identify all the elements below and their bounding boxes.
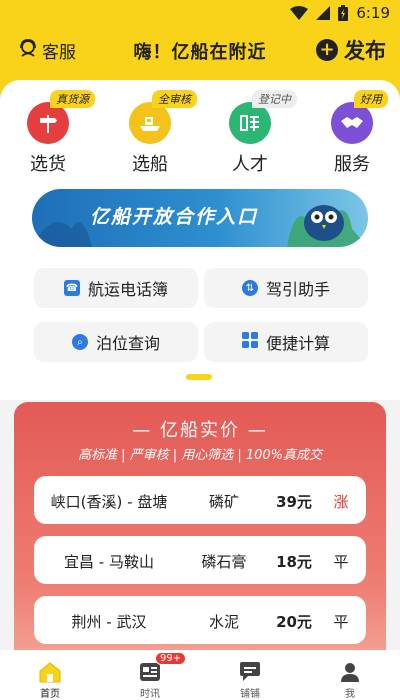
nav-label: 我 — [345, 689, 355, 700]
notification-badge: 99+ — [155, 652, 187, 665]
banner-text: 亿船开放合作入口 — [90, 206, 259, 228]
tool-label: 便捷计算 — [265, 334, 330, 353]
quick-nav-label: 服务 — [334, 154, 370, 175]
price-cargo: 磷矿 — [208, 493, 239, 511]
page-indicator — [186, 374, 212, 380]
tool-label: 驾引助手 — [265, 280, 330, 299]
price-trend: 涨 — [333, 493, 349, 511]
quick-nav-badge: 好用 — [354, 90, 388, 108]
price-value: 39元 — [276, 493, 312, 511]
quick-nav-badge: 真货源 — [50, 90, 95, 108]
price-section-subtitle: 高标准 | 严审核 | 用心筛选 | 100%真成交 — [77, 448, 323, 463]
status-bar: 6:19 — [0, 0, 400, 26]
pilot-icon: ⇅ — [241, 280, 258, 296]
cooperation-banner[interactable]: 亿船开放合作入口 — [32, 189, 368, 247]
quick-nav-label: 人才 — [232, 154, 268, 175]
price-cargo: 磷石膏 — [201, 553, 247, 571]
price-row[interactable]: 荆州 - 武汉 水泥 20元 平 — [34, 596, 366, 644]
price-trend: 平 — [333, 553, 349, 571]
plus-icon: + — [316, 39, 338, 61]
bottom-nav: 首页 99+ 时讯 铺铺 我 — [0, 650, 400, 700]
nav-label: 铺铺 — [240, 689, 260, 700]
nav-shop[interactable]: 铺铺 — [200, 650, 300, 700]
handshake-icon — [331, 102, 373, 144]
chat-icon — [238, 660, 262, 683]
header: 客服 嗨！亿船在附近 + 发布 — [0, 30, 400, 70]
status-time: 6:19 — [356, 4, 390, 22]
wifi-icon — [290, 6, 309, 20]
tool-quick-calculate-button[interactable]: 便捷计算 — [204, 322, 368, 362]
nav-profile[interactable]: 我 — [300, 650, 400, 700]
nav-label: 时讯 — [140, 689, 160, 700]
tool-pilot-assistant-button[interactable]: ⇅ 驾引助手 — [204, 268, 368, 308]
price-route: 峡口(香溪) - 盘塘 — [50, 493, 168, 511]
tool-panel: ☎ 航运电话簿 ⇅ 驾引助手 ⌕ 泊位查询 便捷计算 — [14, 252, 386, 390]
phone-icon: ☎ — [63, 280, 80, 296]
price-route: 荆州 - 武汉 — [71, 613, 147, 631]
home-icon — [38, 660, 62, 683]
quick-nav-label: 选货 — [30, 154, 66, 175]
price-section: — 亿船实价 — 高标准 | 严审核 | 用心筛选 | 100%真成交 峡口(香… — [14, 402, 386, 662]
publish-button[interactable]: + 发布 — [316, 35, 386, 65]
profile-icon — [339, 660, 361, 683]
battery-icon — [338, 5, 349, 21]
nav-news[interactable]: 99+ 时讯 — [100, 650, 200, 700]
quick-nav-label: 选船 — [132, 154, 168, 175]
price-value: 20元 — [276, 613, 312, 631]
quick-nav: 选货 真货源 选船 全审核 人才 登记中 服务 好用 — [0, 90, 400, 188]
price-cargo: 水泥 — [208, 613, 239, 631]
price-trend: 平 — [333, 613, 349, 631]
publish-label: 发布 — [344, 39, 386, 63]
berth-search-icon: ⌕ — [71, 334, 88, 350]
quick-nav-select-cargo[interactable]: 选货 真货源 — [8, 90, 95, 176]
hire-icon — [229, 102, 271, 144]
price-section-title: — 亿船实价 — — [132, 420, 268, 441]
quick-nav-talent[interactable]: 人才 登记中 — [210, 90, 297, 176]
price-row[interactable]: 宜昌 - 马鞍山 磷石膏 18元 平 — [34, 536, 366, 584]
price-row[interactable]: 峡口(香溪) - 盘塘 磷矿 39元 涨 — [34, 476, 366, 524]
tool-berth-query-button[interactable]: ⌕ 泊位查询 — [34, 322, 198, 362]
quick-nav-service[interactable]: 服务 好用 — [312, 90, 392, 176]
price-route: 宜昌 - 马鞍山 — [64, 553, 154, 571]
signal-icon — [316, 6, 331, 20]
nav-home[interactable]: 首页 — [0, 650, 100, 700]
quick-nav-select-ship[interactable]: 选船 全审核 — [110, 90, 197, 176]
grid-icon — [241, 332, 258, 352]
price-value: 18元 — [276, 553, 312, 571]
tool-label: 航运电话簿 — [87, 280, 168, 299]
quick-nav-badge: 登记中 — [252, 90, 297, 108]
signpost-icon — [27, 102, 69, 144]
tool-shipping-phonebook-button[interactable]: ☎ 航运电话簿 — [34, 268, 198, 308]
quick-nav-badge: 全审核 — [152, 90, 197, 108]
tool-label: 泊位查询 — [95, 334, 160, 353]
nav-label: 首页 — [40, 689, 60, 700]
ship-icon — [129, 102, 171, 144]
